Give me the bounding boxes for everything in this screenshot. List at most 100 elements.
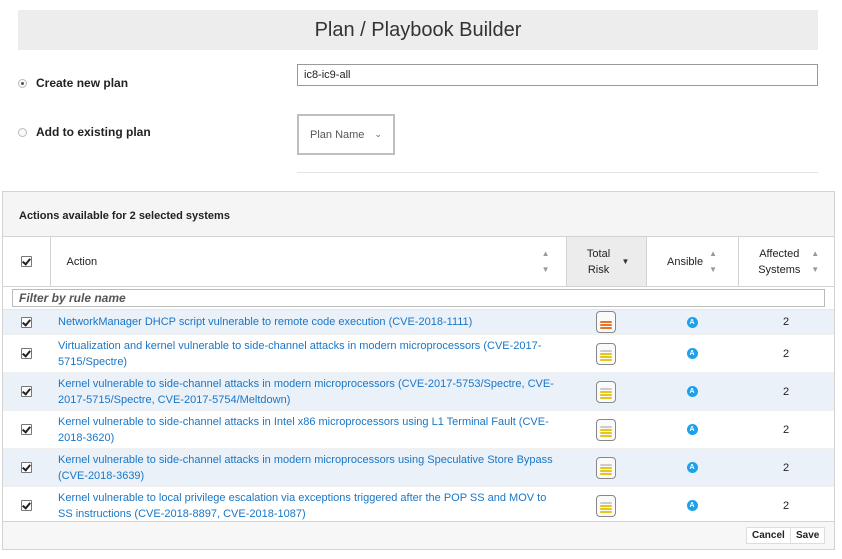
panel-title: Actions available for 2 selected systems bbox=[19, 210, 230, 222]
action-cell[interactable]: Kernel vulnerable to side-channel attack… bbox=[50, 410, 566, 449]
total-risk-header-label: Total Risk bbox=[586, 247, 611, 276]
chevron-down-icon: ⌄ bbox=[374, 129, 382, 139]
risk-cell bbox=[566, 309, 646, 335]
ansible-cell: A bbox=[646, 410, 738, 449]
affected-systems-count: 2 bbox=[782, 461, 790, 474]
action-cell[interactable]: Virtualization and kernel vulnerable to … bbox=[50, 334, 566, 373]
total-risk-column-header[interactable]: Total Risk ▼ bbox=[566, 237, 647, 287]
risk-cell bbox=[566, 334, 646, 373]
sort-desc-icon: ▼ bbox=[621, 256, 630, 266]
affected-systems-cell: 2 bbox=[738, 309, 834, 335]
action-cell[interactable]: Kernel vulnerable to local privilege esc… bbox=[50, 486, 566, 525]
sort-icon: ▲ ▼ bbox=[811, 248, 820, 274]
affected-systems-cell: 2 bbox=[738, 334, 834, 373]
risk-cell bbox=[566, 410, 646, 449]
action-link[interactable]: NetworkManager DHCP script vulnerable to… bbox=[50, 314, 566, 330]
ansible-header-label: Ansible bbox=[667, 255, 704, 268]
filter-rule-input[interactable]: Filter by rule name bbox=[12, 289, 825, 307]
affected-systems-count: 2 bbox=[782, 316, 790, 328]
affected-systems-cell: 2 bbox=[738, 410, 834, 449]
create-new-plan-option[interactable]: Create new plan bbox=[18, 76, 128, 90]
affected-systems-count: 2 bbox=[782, 347, 790, 360]
filter-placeholder: Filter by rule name bbox=[19, 291, 126, 305]
table-row[interactable]: Kernel vulnerable to local privilege esc… bbox=[3, 486, 834, 525]
row-checkbox[interactable] bbox=[21, 500, 32, 512]
risk-level-icon bbox=[596, 494, 616, 517]
save-button[interactable]: Save bbox=[790, 527, 826, 544]
ansible-column-header[interactable]: Ansible ▲ ▼ bbox=[646, 237, 739, 287]
ansible-cell: A bbox=[646, 486, 738, 525]
ansible-icon: A bbox=[686, 462, 698, 473]
actions-panel: Actions available for 2 selected systems… bbox=[2, 191, 835, 550]
risk-level-icon bbox=[596, 380, 616, 403]
action-cell[interactable]: NetworkManager DHCP script vulnerable to… bbox=[50, 309, 566, 335]
row-checkbox[interactable] bbox=[21, 462, 32, 474]
ansible-icon: A bbox=[686, 316, 698, 328]
sort-icon: ▲ ▼ bbox=[541, 248, 550, 274]
panel-footer: Cancel Save bbox=[3, 521, 834, 549]
affected-systems-cell: 2 bbox=[738, 372, 834, 411]
table-row[interactable]: Kernel vulnerable to side-channel attack… bbox=[3, 372, 834, 411]
row-checkbox-cell[interactable] bbox=[3, 410, 50, 449]
table-row[interactable]: NetworkManager DHCP script vulnerable to… bbox=[3, 309, 834, 335]
action-link[interactable]: Kernel vulnerable to side-channel attack… bbox=[50, 376, 566, 408]
risk-cell bbox=[566, 448, 646, 487]
select-all-header[interactable] bbox=[3, 237, 51, 287]
action-link[interactable]: Kernel vulnerable to side-channel attack… bbox=[50, 414, 566, 446]
plan-name-select-value: Plan Name bbox=[310, 128, 365, 141]
table-row[interactable]: Kernel vulnerable to side-channel attack… bbox=[3, 448, 834, 487]
risk-level-icon bbox=[596, 342, 616, 365]
add-existing-radio[interactable] bbox=[18, 127, 27, 137]
row-checkbox[interactable] bbox=[21, 348, 32, 360]
action-cell[interactable]: Kernel vulnerable to side-channel attack… bbox=[50, 372, 566, 411]
actions-table: Action ▲ ▼ Total Risk ▼ Ansible ▲ ▼ Affe… bbox=[3, 237, 834, 525]
risk-level-icon bbox=[596, 311, 616, 333]
row-checkbox-cell[interactable] bbox=[3, 334, 50, 373]
create-new-radio[interactable] bbox=[18, 78, 27, 88]
add-existing-label: Add to existing plan bbox=[36, 125, 151, 139]
ansible-icon: A bbox=[686, 500, 698, 511]
table-row[interactable]: Virtualization and kernel vulnerable to … bbox=[3, 334, 834, 373]
action-link[interactable]: Kernel vulnerable to local privilege esc… bbox=[50, 490, 566, 522]
plan-name-select[interactable]: Plan Name ⌄ bbox=[297, 114, 395, 155]
affected-systems-count: 2 bbox=[782, 385, 790, 398]
affected-systems-count: 2 bbox=[782, 499, 790, 512]
create-new-label: Create new plan bbox=[36, 76, 129, 90]
cancel-button[interactable]: Cancel bbox=[746, 527, 791, 544]
page-title: Plan / Playbook Builder bbox=[314, 18, 522, 41]
sort-icon: ▲ ▼ bbox=[709, 248, 717, 274]
new-plan-name-input[interactable] bbox=[297, 64, 818, 86]
action-header-label: Action bbox=[66, 255, 98, 268]
risk-level-icon bbox=[596, 456, 616, 479]
ansible-icon: A bbox=[686, 424, 698, 435]
row-checkbox[interactable] bbox=[21, 316, 32, 328]
row-checkbox[interactable] bbox=[21, 424, 32, 436]
ansible-icon: A bbox=[686, 348, 698, 359]
ansible-icon: A bbox=[686, 386, 698, 397]
affected-systems-count: 2 bbox=[782, 423, 790, 436]
action-cell[interactable]: Kernel vulnerable to side-channel attack… bbox=[50, 448, 566, 487]
risk-level-icon bbox=[596, 418, 616, 441]
action-column-header[interactable]: Action ▲ ▼ bbox=[50, 237, 567, 287]
row-checkbox-cell[interactable] bbox=[3, 372, 50, 411]
ansible-cell: A bbox=[646, 448, 738, 487]
affected-header-label: Affected Systems bbox=[758, 247, 801, 276]
row-checkbox-cell[interactable] bbox=[3, 486, 50, 525]
table-row[interactable]: Kernel vulnerable to side-channel attack… bbox=[3, 410, 834, 449]
affected-systems-cell: 2 bbox=[738, 448, 834, 487]
risk-cell bbox=[566, 372, 646, 411]
select-all-checkbox[interactable] bbox=[20, 256, 32, 268]
add-existing-plan-option[interactable]: Add to existing plan bbox=[18, 125, 151, 139]
action-link[interactable]: Kernel vulnerable to side-channel attack… bbox=[50, 452, 566, 484]
row-checkbox[interactable] bbox=[21, 386, 32, 398]
ansible-cell: A bbox=[646, 334, 738, 373]
page-header: Plan / Playbook Builder bbox=[18, 10, 818, 50]
affected-systems-cell: 2 bbox=[738, 486, 834, 525]
row-checkbox-cell[interactable] bbox=[3, 448, 50, 487]
action-link[interactable]: Virtualization and kernel vulnerable to … bbox=[50, 338, 566, 370]
ansible-cell: A bbox=[646, 372, 738, 411]
row-checkbox-cell[interactable] bbox=[3, 309, 50, 335]
affected-systems-column-header[interactable]: Affected Systems ▲ ▼ bbox=[738, 237, 834, 287]
panel-header: Actions available for 2 selected systems bbox=[3, 192, 834, 237]
divider bbox=[297, 172, 818, 173]
